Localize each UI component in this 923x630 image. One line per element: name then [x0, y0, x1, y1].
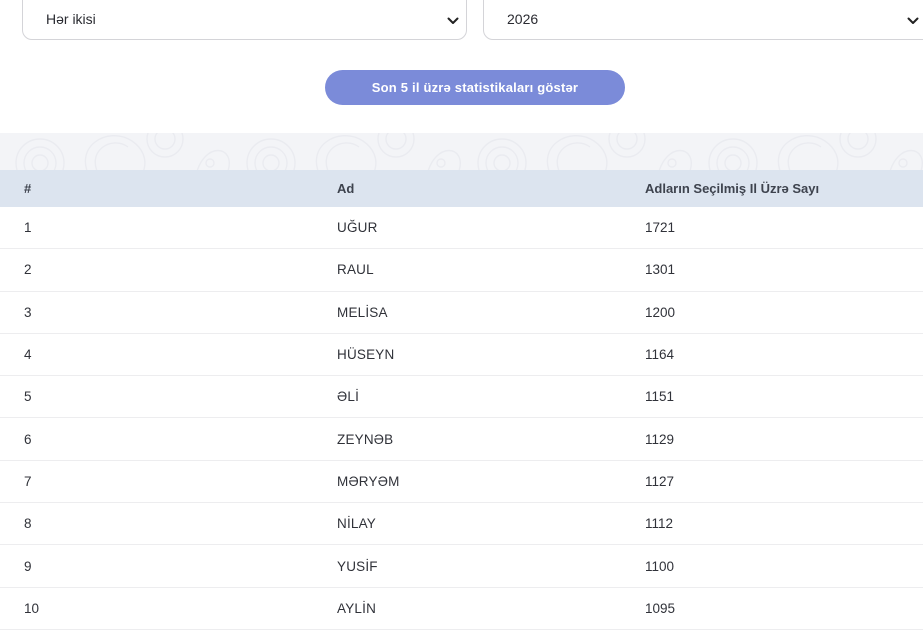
table-row: 4 HÜSEYN 1164 — [0, 334, 923, 376]
cell-rank: 3 — [24, 305, 337, 320]
cell-name: ƏLİ — [337, 389, 645, 404]
table-row: 3 MELİSA 1200 — [0, 292, 923, 334]
cell-rank: 6 — [24, 432, 337, 447]
cell-rank: 9 — [24, 559, 337, 574]
cell-rank: 8 — [24, 516, 337, 531]
gender-select-value: Hər ikisi — [46, 11, 96, 27]
cell-name: NİLAY — [337, 516, 645, 531]
cell-count: 1095 — [645, 601, 923, 616]
cell-count: 1721 — [645, 220, 923, 235]
table-row: 2 RAUL 1301 — [0, 249, 923, 291]
cell-rank: 5 — [24, 389, 337, 404]
paisley-pattern-icon — [0, 133, 923, 170]
table-row: 10 AYLİN 1095 — [0, 588, 923, 630]
table-row: 1 UĞUR 1721 — [0, 207, 923, 249]
cell-name: MƏRYƏM — [337, 474, 645, 489]
cell-count: 1100 — [645, 559, 923, 574]
ornament-banner — [0, 133, 923, 170]
table-row: 9 YUSİF 1100 — [0, 545, 923, 587]
cell-rank: 2 — [24, 262, 337, 277]
cell-rank: 1 — [24, 220, 337, 235]
cell-count: 1200 — [645, 305, 923, 320]
cell-name: ZEYNƏB — [337, 432, 645, 447]
table-row: 8 NİLAY 1112 — [0, 503, 923, 545]
cell-count: 1151 — [645, 389, 923, 404]
cell-name: HÜSEYN — [337, 347, 645, 362]
chevron-down-icon — [447, 17, 459, 25]
chevron-down-icon — [907, 17, 919, 25]
column-header-rank: # — [24, 181, 337, 196]
table-header: # Ad Adların Seçilmiş Il Üzrə Sayı — [0, 170, 923, 207]
cell-count: 1129 — [645, 432, 923, 447]
cell-count: 1112 — [645, 516, 923, 531]
cell-name: MELİSA — [337, 305, 645, 320]
cell-name: AYLİN — [337, 601, 645, 616]
cell-count: 1301 — [645, 262, 923, 277]
cell-rank: 4 — [24, 347, 337, 362]
cell-name: YUSİF — [337, 559, 645, 574]
cell-name: UĞUR — [337, 220, 645, 235]
cell-rank: 7 — [24, 474, 337, 489]
show-last5-statistics-button[interactable]: Son 5 il üzrə statistikaları göstər — [325, 70, 625, 105]
column-header-name: Ad — [337, 181, 645, 196]
table-row: 7 MƏRYƏM 1127 — [0, 461, 923, 503]
page: Hər ikisi 2026 Son 5 il üzrə statistikal… — [0, 0, 923, 630]
table-row: 5 ƏLİ 1151 — [0, 376, 923, 418]
year-select[interactable]: 2026 — [483, 0, 923, 40]
table-body: 1 UĞUR 1721 2 RAUL 1301 3 MELİSA 1200 4 … — [0, 207, 923, 630]
year-select-value: 2026 — [507, 11, 538, 27]
gender-select[interactable]: Hər ikisi — [22, 0, 467, 40]
cell-name: RAUL — [337, 262, 645, 277]
column-header-count: Adların Seçilmiş Il Üzrə Sayı — [645, 181, 923, 196]
cell-count: 1127 — [645, 474, 923, 489]
table-row: 6 ZEYNƏB 1129 — [0, 418, 923, 460]
cell-rank: 10 — [24, 601, 337, 616]
cell-count: 1164 — [645, 347, 923, 362]
